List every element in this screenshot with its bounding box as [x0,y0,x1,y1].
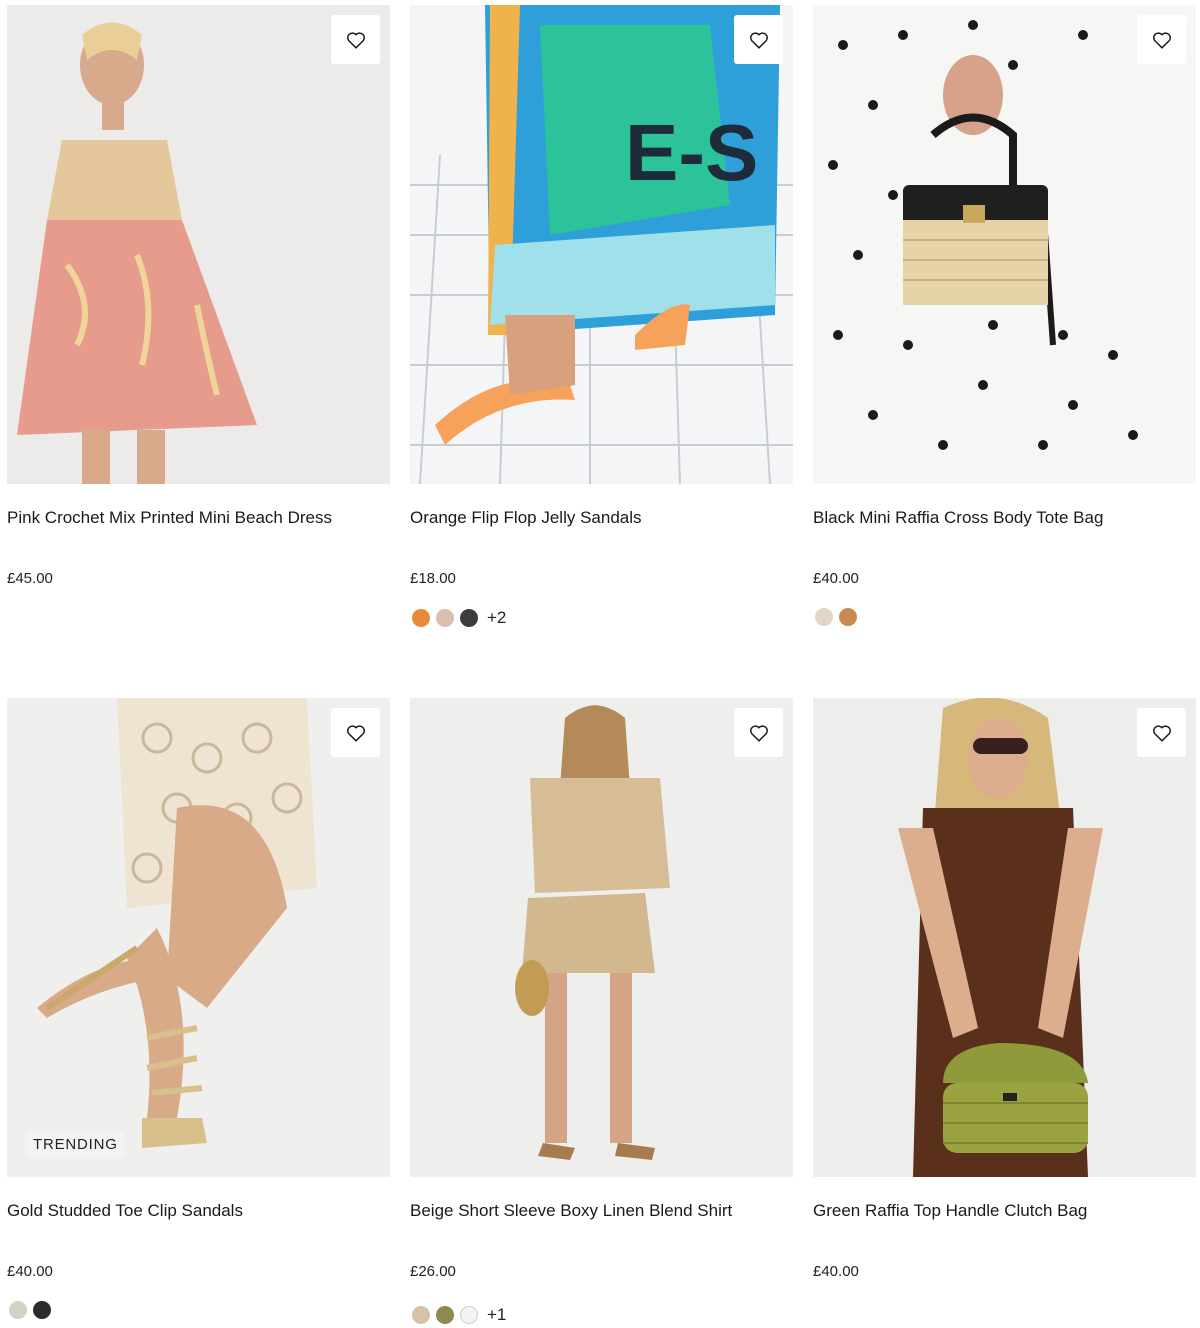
dress-photo [7,5,390,484]
colour-swatches: +2 [412,608,506,628]
product-image[interactable] [7,5,390,484]
colour-swatch[interactable] [412,1306,430,1324]
colour-swatch[interactable] [33,1301,51,1319]
colour-swatch[interactable] [436,1306,454,1324]
heart-outline-icon [346,31,365,49]
product-title[interactable]: Orange Flip Flop Jelly Sandals [410,508,642,528]
product-price: £18.00 [410,570,456,587]
bag-photo [813,5,1196,484]
product-image[interactable] [813,5,1196,484]
heart-outline-icon [1152,724,1171,742]
heart-outline-icon [346,724,365,742]
wishlist-button[interactable] [1137,708,1186,757]
colour-swatches [9,1301,51,1319]
sandals-photo [7,698,390,1177]
product-price: £40.00 [7,1263,53,1280]
product-title[interactable]: Beige Short Sleeve Boxy Linen Blend Shir… [410,1201,732,1221]
product-title[interactable]: Green Raffia Top Handle Clutch Bag [813,1201,1087,1221]
product-title[interactable]: Gold Studded Toe Clip Sandals [7,1201,243,1221]
colour-swatches: +1 [412,1305,506,1325]
wishlist-button[interactable] [1137,15,1186,64]
colour-swatch[interactable] [815,608,833,626]
wishlist-button[interactable] [331,15,380,64]
product-grid: Pink Crochet Mix Printed Mini Beach Dres… [0,0,1200,1328]
product-image[interactable]: E-S [410,5,793,484]
clutch-photo [813,698,1196,1177]
colour-swatch[interactable] [460,1306,478,1324]
product-title[interactable]: Black Mini Raffia Cross Body Tote Bag [813,508,1103,528]
colour-swatch[interactable] [436,609,454,627]
product-price: £45.00 [7,570,53,587]
colour-swatch[interactable] [460,609,478,627]
svg-text:E-S: E-S [625,108,758,197]
product-image[interactable] [813,698,1196,1177]
wishlist-button[interactable] [331,708,380,757]
heart-outline-icon [749,31,768,49]
shirt-photo [410,698,793,1177]
product-price: £26.00 [410,1263,456,1280]
wishlist-button[interactable] [734,15,783,64]
colour-swatch[interactable] [839,608,857,626]
product-price: £40.00 [813,1263,859,1280]
product-price: £40.00 [813,570,859,587]
colour-swatch[interactable] [9,1301,27,1319]
trending-badge: TRENDING [27,1132,124,1157]
product-image[interactable]: TRENDING [7,698,390,1177]
product-image[interactable] [410,698,793,1177]
sandals-photo: E-S [410,5,793,484]
more-colours-link[interactable]: +1 [487,1305,506,1325]
product-title[interactable]: Pink Crochet Mix Printed Mini Beach Dres… [7,508,332,528]
more-colours-link[interactable]: +2 [487,608,506,628]
colour-swatches [815,608,857,626]
colour-swatch[interactable] [412,609,430,627]
wishlist-button[interactable] [734,708,783,757]
heart-outline-icon [749,724,768,742]
heart-outline-icon [1152,31,1171,49]
